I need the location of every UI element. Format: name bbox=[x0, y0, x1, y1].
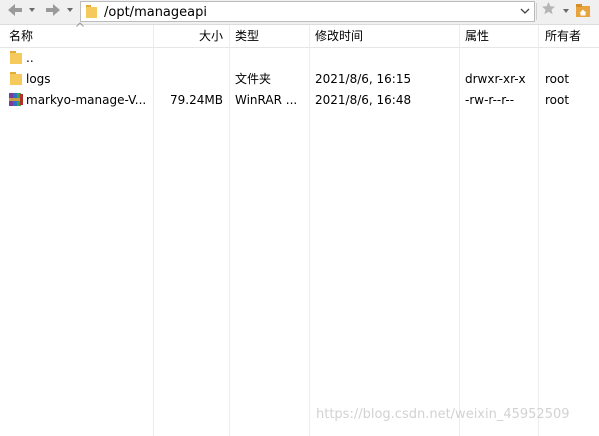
file-row[interactable]: markyo-manage-V... 79.24MB WinRAR ... 20… bbox=[0, 89, 599, 111]
file-owner: root bbox=[545, 72, 570, 86]
address-toolbar: /opt/manageapi bbox=[0, 0, 599, 25]
file-owner: root bbox=[545, 93, 570, 107]
forward-button[interactable] bbox=[44, 2, 62, 20]
file-list-header: 名称 大小 类型 修改时间 属性 所有者 bbox=[0, 22, 599, 48]
chevron-down-icon[interactable] bbox=[520, 6, 530, 16]
file-type: 文件夹 bbox=[235, 72, 272, 86]
file-row[interactable]: logs 文件夹 2021/8/6, 16:15 drwxr-xr-x root bbox=[0, 68, 599, 90]
back-history-dropdown[interactable] bbox=[29, 8, 35, 12]
file-modified: 2021/8/6, 16:48 bbox=[315, 93, 412, 107]
column-header-size[interactable]: 大小 bbox=[199, 29, 223, 43]
file-modified: 2021/8/6, 16:15 bbox=[315, 72, 412, 86]
path-input[interactable]: /opt/manageapi bbox=[80, 1, 535, 22]
folder-icon bbox=[10, 72, 22, 85]
sort-ascending-icon bbox=[76, 22, 84, 27]
file-name: .. bbox=[26, 51, 34, 65]
bookmark-button[interactable] bbox=[541, 1, 556, 21]
home-folder-icon[interactable] bbox=[576, 4, 590, 17]
column-header-name[interactable]: 名称 bbox=[9, 29, 33, 43]
column-header-modified[interactable]: 修改时间 bbox=[315, 29, 363, 43]
file-row-parent[interactable]: .. bbox=[0, 47, 599, 69]
arrow-right-icon bbox=[46, 4, 60, 16]
watermark-text: https://blog.csdn.net/weixin_45952509 bbox=[316, 407, 570, 422]
toolbar-separator bbox=[536, 3, 537, 20]
forward-history-dropdown[interactable] bbox=[67, 8, 73, 12]
column-header-permissions[interactable]: 属性 bbox=[465, 29, 489, 43]
file-size: 79.24MB bbox=[170, 93, 223, 107]
column-header-owner[interactable]: 所有者 bbox=[545, 29, 581, 43]
column-header-type[interactable]: 类型 bbox=[235, 29, 259, 43]
file-name: markyo-manage-V... bbox=[26, 93, 147, 107]
bookmark-dropdown[interactable] bbox=[563, 9, 569, 13]
file-permissions: drwxr-xr-x bbox=[465, 72, 526, 86]
star-icon bbox=[542, 2, 555, 15]
rar-archive-icon bbox=[9, 93, 23, 106]
folder-icon bbox=[86, 5, 97, 18]
file-permissions: -rw-r--r-- bbox=[465, 93, 515, 107]
current-path-text: /opt/manageapi bbox=[104, 5, 207, 20]
back-button[interactable] bbox=[6, 2, 24, 20]
arrow-left-icon bbox=[8, 4, 22, 16]
file-type: WinRAR ... bbox=[235, 93, 298, 107]
file-name: logs bbox=[26, 72, 51, 86]
folder-icon bbox=[10, 51, 22, 64]
